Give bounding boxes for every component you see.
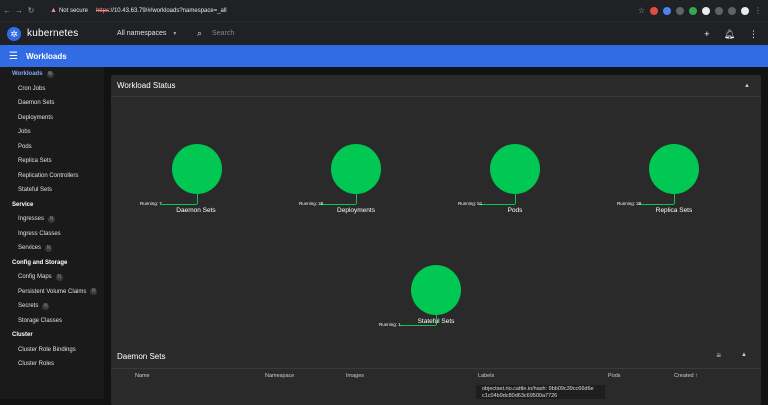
column-header[interactable]: Images bbox=[346, 373, 364, 379]
labels-tooltip: objectset.rio.cattle.io/hash: 9bb09c39cc… bbox=[476, 385, 605, 399]
caret-down-icon: ▼ bbox=[172, 30, 178, 37]
sidebar-item[interactable]: Replication Controllers bbox=[0, 169, 104, 184]
sidebar: Workloads N Cron Jobs Daemon Sets Deployment… bbox=[0, 67, 104, 399]
table-header: Name Namespace Images Labels Pods Created ↑ bbox=[111, 373, 761, 383]
pin-icon[interactable]: N bbox=[46, 70, 54, 78]
running-count-label: Running: 29 bbox=[299, 201, 324, 206]
sidebar-toggle-icon[interactable] bbox=[728, 6, 736, 15]
security-warning[interactable]: ▲ Not secure bbox=[50, 7, 88, 14]
namespace-select[interactable]: All namespaces ▼ bbox=[117, 25, 187, 43]
workload-chart-label: Pods bbox=[507, 207, 523, 214]
workload-chart-label: Deployments bbox=[337, 207, 375, 214]
sidebar-item[interactable]: Jobs bbox=[0, 125, 104, 140]
running-count-label: Running: 7 bbox=[140, 201, 162, 206]
sidebar-item[interactable]: Replica Sets bbox=[0, 154, 104, 169]
column-header[interactable]: Pods bbox=[608, 373, 621, 379]
pin-icon[interactable]: N bbox=[90, 288, 98, 296]
pin-icon[interactable]: N bbox=[55, 273, 63, 281]
chevron-up-icon[interactable]: ▲ bbox=[741, 352, 747, 358]
helm-wheel-icon: ✲ bbox=[7, 26, 21, 41]
address-bar[interactable]: https://10.43.63.79/#/workloads?namespac… bbox=[96, 8, 227, 14]
workload-chart-label: Replica Sets bbox=[655, 207, 693, 214]
pin-icon[interactable]: N bbox=[42, 302, 50, 310]
add-icon[interactable]: + bbox=[704, 29, 709, 39]
sidebar-item[interactable]: Cron Jobs bbox=[0, 82, 104, 97]
sidebar-item[interactable]: Daemon Sets bbox=[0, 96, 104, 111]
running-count-label: Running: 29 bbox=[617, 201, 642, 206]
extension-icon[interactable] bbox=[676, 6, 684, 15]
extension-icon[interactable] bbox=[689, 6, 697, 15]
donut-chart bbox=[490, 144, 540, 194]
warning-icon: ▲ bbox=[50, 7, 57, 14]
donut-chart bbox=[411, 265, 461, 315]
kubernetes-logo[interactable]: ✲ kubernetes bbox=[7, 26, 107, 41]
chart-leader-line bbox=[479, 204, 515, 205]
chart-leader-line bbox=[197, 194, 198, 204]
filter-icon[interactable]: ≡ bbox=[716, 351, 721, 360]
chart-leader-line bbox=[638, 204, 674, 205]
profile-avatar[interactable] bbox=[741, 6, 749, 15]
bell-icon[interactable]: 🔔︎ bbox=[724, 29, 735, 40]
star-icon[interactable]: ☆ bbox=[638, 6, 645, 15]
page-title: Workloads bbox=[25, 51, 67, 61]
extension-icon[interactable] bbox=[663, 6, 671, 15]
sidebar-section: Cluster bbox=[12, 332, 33, 339]
sidebar-item[interactable]: Deployments bbox=[0, 111, 104, 126]
puzzle-icon[interactable] bbox=[715, 6, 723, 15]
daemon-sets-card: Daemon Sets ≡ ▲ Name Namespace Images Label… bbox=[111, 345, 761, 405]
chart-leader-line bbox=[320, 204, 356, 205]
search-input[interactable]: ⌕ Search bbox=[197, 28, 234, 39]
sidebar-item[interactable]: Storage Classes bbox=[0, 314, 104, 329]
page-toolbar: ☰ Workloads bbox=[0, 45, 768, 67]
donut-chart bbox=[649, 144, 699, 194]
sidebar-item[interactable]: Ingresses N bbox=[0, 212, 104, 227]
app-header: ✲ kubernetes All namespaces ▼ ⌕ Search +… bbox=[0, 21, 768, 45]
chart-leader-line bbox=[515, 194, 516, 204]
reload-icon[interactable]: ↻ bbox=[26, 6, 36, 15]
column-header[interactable]: Created ↑ bbox=[674, 373, 698, 379]
sidebar-item[interactable]: Workloads N bbox=[0, 67, 104, 82]
card-title: Workload Status bbox=[117, 81, 176, 90]
sidebar-item[interactable]: Stateful Sets bbox=[0, 183, 104, 198]
chart-leader-line bbox=[400, 325, 436, 326]
browser-toolbar: ← → ↻ ▲ Not secure https://10.43.63.79/#/… bbox=[0, 0, 768, 21]
chevron-up-icon[interactable]: ▲ bbox=[744, 83, 750, 89]
running-count-label: Running: 51 bbox=[458, 201, 483, 206]
extension-icon[interactable] bbox=[702, 6, 710, 15]
sidebar-item[interactable]: Secrets N bbox=[0, 299, 104, 314]
hamburger-menu-icon[interactable]: ☰ bbox=[9, 51, 18, 62]
sidebar-item[interactable]: Services N bbox=[0, 241, 104, 256]
sidebar-item[interactable]: Persistent Volume Claims N bbox=[0, 285, 104, 300]
sidebar-item[interactable]: Config Maps N bbox=[0, 270, 104, 285]
workload-chart-label: Stateful Sets bbox=[417, 318, 455, 325]
column-header[interactable]: Name bbox=[135, 373, 150, 379]
more-menu-icon[interactable]: ⋮ bbox=[754, 6, 762, 15]
donut-chart bbox=[172, 144, 222, 194]
card-title: Daemon Sets bbox=[117, 352, 166, 361]
back-icon[interactable]: ← bbox=[2, 6, 12, 15]
workload-chart-label: Daemon Sets bbox=[176, 207, 216, 214]
sidebar-section: Config and Storage bbox=[12, 259, 68, 266]
donut-chart bbox=[331, 144, 381, 194]
sidebar-item[interactable]: Ingress Classes bbox=[0, 227, 104, 242]
forward-icon[interactable]: → bbox=[14, 6, 24, 15]
column-header[interactable]: Namespace bbox=[265, 373, 294, 379]
chart-leader-line bbox=[674, 194, 675, 204]
search-icon: ⌕ bbox=[197, 28, 203, 38]
sidebar-item[interactable]: Pods bbox=[0, 140, 104, 155]
extension-icon[interactable] bbox=[650, 6, 658, 15]
sidebar-section: Service bbox=[12, 201, 34, 208]
pin-icon[interactable]: N bbox=[45, 244, 53, 252]
sidebar-item[interactable]: Cluster Roles bbox=[0, 357, 104, 372]
chart-leader-line bbox=[356, 194, 357, 204]
column-header[interactable]: Labels bbox=[478, 373, 494, 379]
pin-icon[interactable]: N bbox=[48, 215, 56, 223]
sidebar-item[interactable]: Cluster Role Bindings bbox=[0, 343, 104, 358]
chart-leader-line bbox=[161, 204, 197, 205]
more-menu-icon[interactable]: ⋮ bbox=[749, 29, 758, 40]
